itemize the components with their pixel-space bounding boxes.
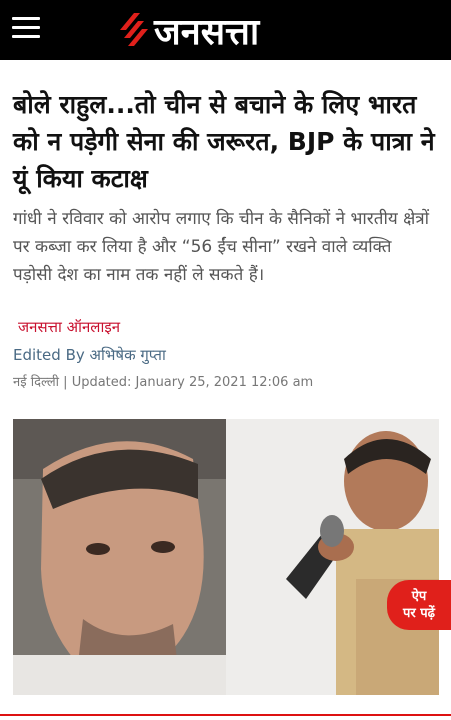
jansatta-logo-icon: [120, 13, 148, 46]
photo-right-portrait: [226, 419, 439, 695]
site-logo[interactable]: जनसत्ता: [118, 6, 259, 54]
site-logo-text: जनसत्ता: [154, 11, 260, 53]
article-headline: बोले राहुल...तो चीन से बचाने के लिए भारत…: [13, 90, 435, 193]
article-byline: Edited By अभिषेक गुप्ता: [13, 345, 166, 365]
top-header-bar: जनसत्ता: [0, 0, 451, 60]
article-source[interactable]: जनसत्ता ऑनलाइन: [18, 317, 120, 337]
app-badge-line1: ऐप: [411, 589, 427, 604]
byline-label: Edited By: [13, 346, 85, 364]
photo-left-portrait: [13, 419, 226, 695]
article-hero-image: [13, 419, 439, 695]
bottom-divider: [0, 714, 451, 716]
app-badge-line2: पर पढ़ें: [403, 606, 435, 621]
article-dateline: नई दिल्ली | Updated: January 25, 2021 12…: [13, 375, 314, 390]
author-name[interactable]: अभिषेक गुप्ता: [90, 346, 166, 364]
hamburger-menu-icon[interactable]: [12, 16, 40, 40]
read-on-app-button[interactable]: ऐप पर पढ़ें: [387, 580, 451, 630]
article-summary: गांधी ने रविवार को आरोप लगाए कि चीन के स…: [13, 209, 430, 285]
